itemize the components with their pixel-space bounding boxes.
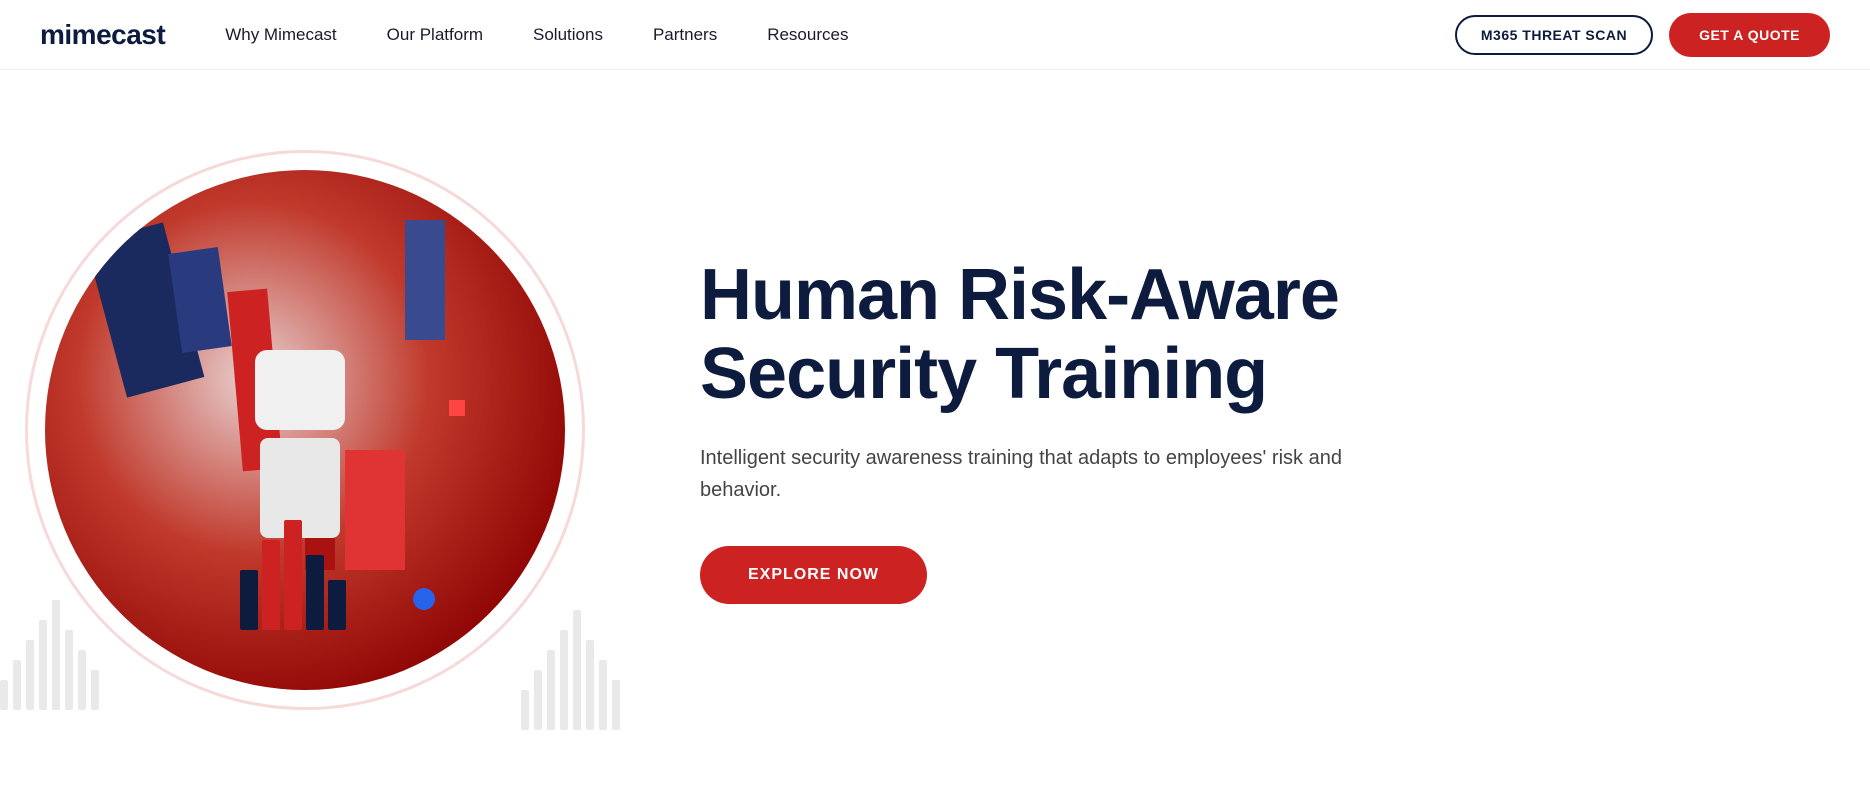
threat-scan-button[interactable]: M365 THREAT SCAN bbox=[1455, 15, 1653, 55]
hero-section: Human Risk-Aware Security Training Intel… bbox=[0, 70, 1870, 790]
navbar: mimecast Why Mimecast Our Platform Solut… bbox=[0, 0, 1870, 70]
hero-illustration bbox=[0, 70, 640, 790]
hero-circle-art bbox=[15, 140, 595, 720]
navbar-actions: M365 THREAT SCAN GET A QUOTE bbox=[1455, 13, 1830, 57]
logo[interactable]: mimecast bbox=[40, 19, 165, 51]
hero-content: Human Risk-Aware Security Training Intel… bbox=[640, 196, 1540, 664]
hero-title-line2: Security Training bbox=[700, 334, 1267, 414]
get-quote-button[interactable]: GET A QUOTE bbox=[1669, 13, 1830, 57]
nav-why-mimecast[interactable]: Why Mimecast bbox=[225, 25, 336, 45]
accent-red-small bbox=[449, 400, 465, 416]
logo-text: mimecast bbox=[40, 19, 165, 50]
red-shape-2 bbox=[345, 450, 405, 570]
hero-title-line1: Human Risk-Aware bbox=[700, 255, 1339, 335]
blue-shape-3 bbox=[405, 220, 445, 340]
explore-now-button[interactable]: EXPLORE NOW bbox=[700, 546, 927, 604]
accent-blue-dot bbox=[413, 588, 435, 610]
nav-partners[interactable]: Partners bbox=[653, 25, 717, 45]
nav-resources[interactable]: Resources bbox=[767, 25, 848, 45]
nav-our-platform[interactable]: Our Platform bbox=[387, 25, 483, 45]
nav-links: Why Mimecast Our Platform Solutions Part… bbox=[225, 25, 1455, 45]
hero-subtitle: Intelligent security awareness training … bbox=[700, 442, 1350, 506]
nav-solutions[interactable]: Solutions bbox=[533, 25, 603, 45]
hero-title: Human Risk-Aware Security Training bbox=[700, 256, 1460, 414]
robot-head bbox=[255, 350, 345, 430]
